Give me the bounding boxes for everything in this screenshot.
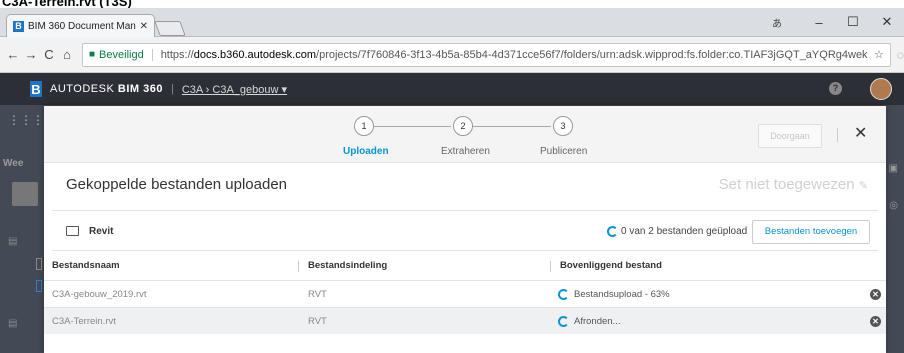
tab-close-icon[interactable]: ✕: [140, 21, 148, 32]
remove-file-icon[interactable]: ✕: [870, 316, 881, 327]
add-files-button[interactable]: Bestanden toevoegen: [752, 220, 870, 244]
behind-label: Wee: [3, 158, 24, 169]
url-path: /projects/7f760846-3f13-4b5a-85b4-4d371c…: [316, 48, 868, 61]
divider: [52, 210, 878, 211]
table-row[interactable]: C3A-gebouw_2019.rvt RVT Bestandsupload -…: [44, 280, 886, 307]
app-header: B AUTODESK BIM 360 | C3A › C3A_gebouw ▾ …: [0, 73, 904, 105]
file-format: RVT: [308, 316, 327, 327]
browser-tab[interactable]: B BIM 360 Document Mana ✕: [6, 14, 155, 37]
url-prefix: https://: [160, 48, 194, 61]
forward-button[interactable]: →: [22, 47, 40, 62]
minimize-button[interactable]: –: [802, 15, 836, 30]
file-name: C3A-gebouw_2019.rvt: [52, 289, 147, 300]
extension-icon[interactable]: ◌: [897, 48, 904, 62]
behind-file-icon: [36, 258, 42, 270]
crumb-root: C3A: [181, 83, 203, 96]
url-bar[interactable]: ■ Beveiligd https://docs.b360.autodesk.c…: [82, 42, 891, 67]
wizard-header: 1 2 3 Uploaden Extraheren Publiceren Doo…: [44, 106, 886, 163]
home-button[interactable]: ⌂: [58, 47, 76, 62]
step-connector: [371, 126, 451, 127]
brand: AUTODESK BIM 360: [50, 83, 163, 95]
behind-right-icon-2: ◎: [889, 200, 898, 211]
table-header: Bestandsnaam Bestandsindeling Bovenligge…: [44, 254, 886, 278]
step-label-upload: Uploaden: [343, 146, 389, 157]
file-name: C3A-Terrein.rvt: [52, 316, 116, 327]
url-host: docs.b360.autodesk.com: [193, 48, 317, 61]
bookmark-star-icon[interactable]: ☆: [874, 48, 884, 61]
step-label-extract: Extraheren: [441, 146, 490, 157]
file-status: Afronden...: [574, 316, 621, 327]
file-status: Bestandsupload - 63%: [574, 289, 670, 300]
bim360-favicon-icon: B: [13, 20, 24, 32]
continue-button[interactable]: Doorgaan: [758, 124, 822, 148]
behind-file-icon-2: [36, 280, 42, 292]
maximize-button[interactable]: ☐: [836, 14, 870, 30]
crumb-project: C3A_gebouw: [212, 83, 279, 96]
remove-file-icon[interactable]: ✕: [870, 289, 881, 300]
spinner-icon: [558, 289, 569, 300]
column-header-filename[interactable]: Bestandsnaam: [52, 260, 120, 271]
column-header-format[interactable]: Bestandsindeling: [308, 260, 387, 271]
bim360-logo-icon[interactable]: B: [30, 81, 42, 97]
avatar[interactable]: [870, 78, 892, 100]
folder-name: Revit: [89, 226, 114, 237]
caption: C3A-Terrein.rvt (T3S): [0, 0, 904, 8]
secure-label: Beveiligd: [99, 48, 153, 61]
column-header-parent[interactable]: Bovenliggend bestand: [560, 260, 662, 271]
crumb-sep: ›: [205, 83, 210, 96]
profile-indicator[interactable]: あ⁠: [772, 15, 782, 30]
divider: |: [170, 83, 174, 95]
step-2: 2: [453, 116, 473, 136]
help-icon[interactable]: ?: [829, 82, 842, 95]
dialog-title: Gekoppelde bestanden uploaden: [66, 176, 288, 193]
lock-icon: ■: [89, 49, 96, 60]
behind-button: [12, 182, 38, 206]
divider: [837, 128, 838, 142]
step-1: 1: [354, 116, 374, 136]
file-format: RVT: [308, 289, 327, 300]
divider: [52, 250, 878, 251]
reload-button[interactable]: C: [40, 47, 58, 62]
behind-folder-icon-2: ▤: [8, 318, 18, 329]
close-dialog-icon[interactable]: ✕: [854, 123, 867, 143]
spinner-icon: [558, 316, 569, 327]
tab-title: BIM 360 Document Mana: [28, 20, 136, 32]
folder-icon: [66, 226, 79, 236]
app-grid-icon: ⋮⋮⋮: [8, 113, 44, 127]
behind-folder-icon: ▤: [8, 236, 18, 247]
close-window-button[interactable]: ✕: [870, 14, 904, 30]
window-controls: あ⁠ – ☐ ✕: [772, 8, 904, 36]
step-connector: [471, 126, 551, 127]
edit-icon[interactable]: ✎: [859, 180, 868, 192]
nav-buttons: ← → C ⌂: [4, 47, 76, 62]
upload-linked-files-dialog: 1 2 3 Uploaden Extraheren Publiceren Doo…: [44, 106, 886, 353]
back-button[interactable]: ←: [4, 47, 22, 62]
brand-prefix: AUTODESK: [50, 83, 115, 95]
set-unassigned[interactable]: Set niet toegewezen ✎: [719, 176, 868, 193]
behind-right-icon: ▣: [888, 163, 898, 174]
step-3: 3: [553, 116, 573, 136]
browser-titlebar: B BIM 360 Document Mana ✕ あ⁠ – ☐ ✕: [0, 8, 904, 37]
url-text[interactable]: https://docs.b360.autodesk.com/projects/…: [161, 49, 868, 61]
caption-text: C3A-Terrein.rvt (T3S): [2, 0, 132, 8]
folder-row: Revit 0 van 2 bestanden geüpload Bestand…: [44, 216, 886, 248]
project-breadcrumb[interactable]: C3A › C3A_gebouw ▾: [182, 83, 287, 96]
column-divider[interactable]: [550, 261, 551, 272]
brand-name: BIM 360: [117, 83, 163, 95]
address-toolbar: ← → C ⌂ ■ Beveiligd https://docs.b360.au…: [0, 37, 904, 73]
new-tab-button[interactable]: [154, 21, 186, 36]
upload-progress-text: 0 van 2 bestanden geüpload: [621, 226, 748, 237]
column-divider[interactable]: [298, 261, 299, 272]
table-row[interactable]: C3A-Terrein.rvt RVT Afronden... ✕: [44, 307, 886, 334]
unassigned-label: Set niet toegewezen: [718, 176, 855, 193]
spinner-icon: [607, 226, 618, 237]
step-label-publish: Publiceren: [540, 146, 588, 157]
